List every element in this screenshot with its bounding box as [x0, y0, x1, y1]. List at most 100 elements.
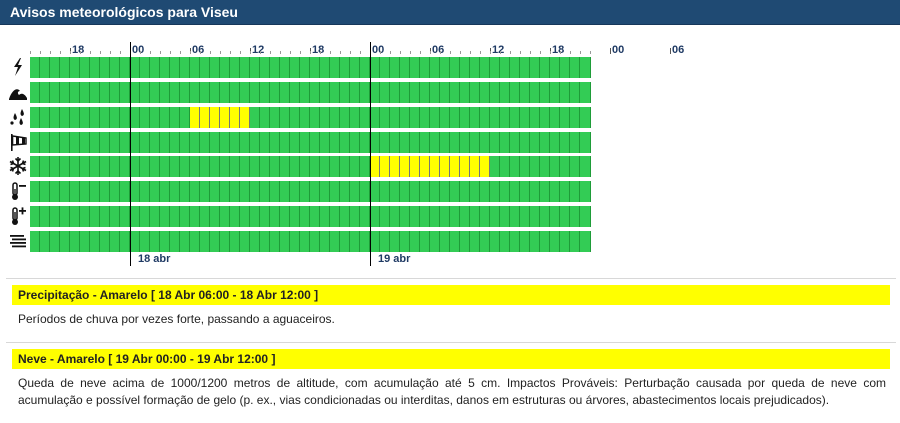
warning-cell — [340, 156, 350, 177]
warning-cell — [380, 107, 390, 128]
warning-cell — [50, 156, 60, 177]
warning-cell — [130, 181, 140, 202]
warning-cell — [330, 156, 340, 177]
hour-label: 06 — [432, 44, 445, 56]
warning-cell — [370, 82, 380, 103]
warning-cell — [150, 82, 160, 103]
warning-cell — [40, 156, 50, 177]
warning-cell — [200, 206, 210, 227]
warning-cell-yellow — [240, 107, 250, 128]
warning-cell — [580, 231, 591, 252]
warning-cell — [180, 57, 190, 78]
warning-cell — [230, 206, 240, 227]
warning-cell — [220, 231, 230, 252]
warning-cell — [160, 231, 170, 252]
warning-cell — [360, 181, 370, 202]
warning-cell — [510, 82, 520, 103]
wind-icon — [8, 132, 28, 152]
warning-cell — [570, 156, 580, 177]
warning-cell — [70, 206, 80, 227]
warning-cell — [80, 132, 90, 153]
warning-cell — [310, 231, 320, 252]
minor-tick — [240, 51, 241, 54]
warning-cell — [560, 57, 570, 78]
minor-tick — [510, 51, 511, 54]
warning-cell — [350, 206, 360, 227]
warning-cell — [40, 206, 50, 227]
warning-cell — [140, 206, 150, 227]
warning-cell — [350, 82, 360, 103]
warning-cell — [260, 181, 270, 202]
warning-cell — [480, 132, 490, 153]
warning-cell — [460, 82, 470, 103]
warning-cell — [460, 231, 470, 252]
warning-cell — [200, 181, 210, 202]
warning-cell — [550, 156, 560, 177]
warning-cell — [290, 181, 300, 202]
warning-cell — [510, 57, 520, 78]
hour-label: 18 — [72, 44, 85, 56]
warning-cell — [230, 82, 240, 103]
warning-cell — [400, 132, 410, 153]
warning-cell — [380, 206, 390, 227]
warning-cell — [570, 57, 580, 78]
warning-cell — [370, 107, 380, 128]
warning-cell — [330, 231, 340, 252]
warning-cell-yellow — [380, 156, 390, 177]
warning-cell — [190, 82, 200, 103]
warning-cell — [280, 156, 290, 177]
warning-cell — [510, 181, 520, 202]
warning-cell — [250, 231, 260, 252]
divider — [6, 278, 896, 279]
warning-cell — [340, 231, 350, 252]
warning-timeline-grid: 18 00 06 12 18 00 06 12 18 00 06 18 abr 19 abr — [0, 0, 900, 270]
warning-cell — [490, 57, 500, 78]
warning-cell — [70, 82, 80, 103]
warning-cell — [570, 206, 580, 227]
warning-cell — [100, 82, 110, 103]
warning-cell — [540, 156, 550, 177]
warning-cell — [360, 57, 370, 78]
warning-cell — [220, 57, 230, 78]
warning-cell — [470, 132, 480, 153]
warning-cell — [360, 231, 370, 252]
warning-cell — [560, 107, 570, 128]
warning-cell — [180, 156, 190, 177]
warning-cell — [310, 57, 320, 78]
divider — [6, 342, 896, 343]
warning-cell — [500, 107, 510, 128]
minor-tick — [300, 51, 301, 54]
warning-cell — [30, 206, 40, 227]
warning-cell — [280, 107, 290, 128]
warning-cell — [60, 107, 70, 128]
warning-cell — [260, 107, 270, 128]
minor-tick — [50, 51, 51, 54]
warning-cell — [390, 82, 400, 103]
warning-cell — [320, 206, 330, 227]
waves-icon — [8, 82, 28, 102]
warning-cell — [150, 57, 160, 78]
warning-cell — [50, 132, 60, 153]
warning-cell — [160, 156, 170, 177]
warning-cell — [250, 132, 260, 153]
warning-cell — [320, 181, 330, 202]
warning-cell — [150, 132, 160, 153]
warning-cell — [500, 132, 510, 153]
warning-cell — [150, 231, 160, 252]
minor-tick — [400, 51, 401, 54]
warning-cell — [150, 206, 160, 227]
warning-cell — [530, 132, 540, 153]
warning-cell — [520, 57, 530, 78]
warning-cell — [130, 231, 140, 252]
warning-cell — [550, 107, 560, 128]
warning-cell — [500, 231, 510, 252]
warning-cell — [60, 181, 70, 202]
warning-cell — [570, 82, 580, 103]
warning-cell — [110, 107, 120, 128]
minor-tick — [310, 51, 311, 54]
warning-cell — [530, 181, 540, 202]
warning-cell — [210, 181, 220, 202]
warning-cell-yellow — [370, 156, 380, 177]
minor-tick — [440, 51, 441, 54]
warning-cell — [340, 132, 350, 153]
